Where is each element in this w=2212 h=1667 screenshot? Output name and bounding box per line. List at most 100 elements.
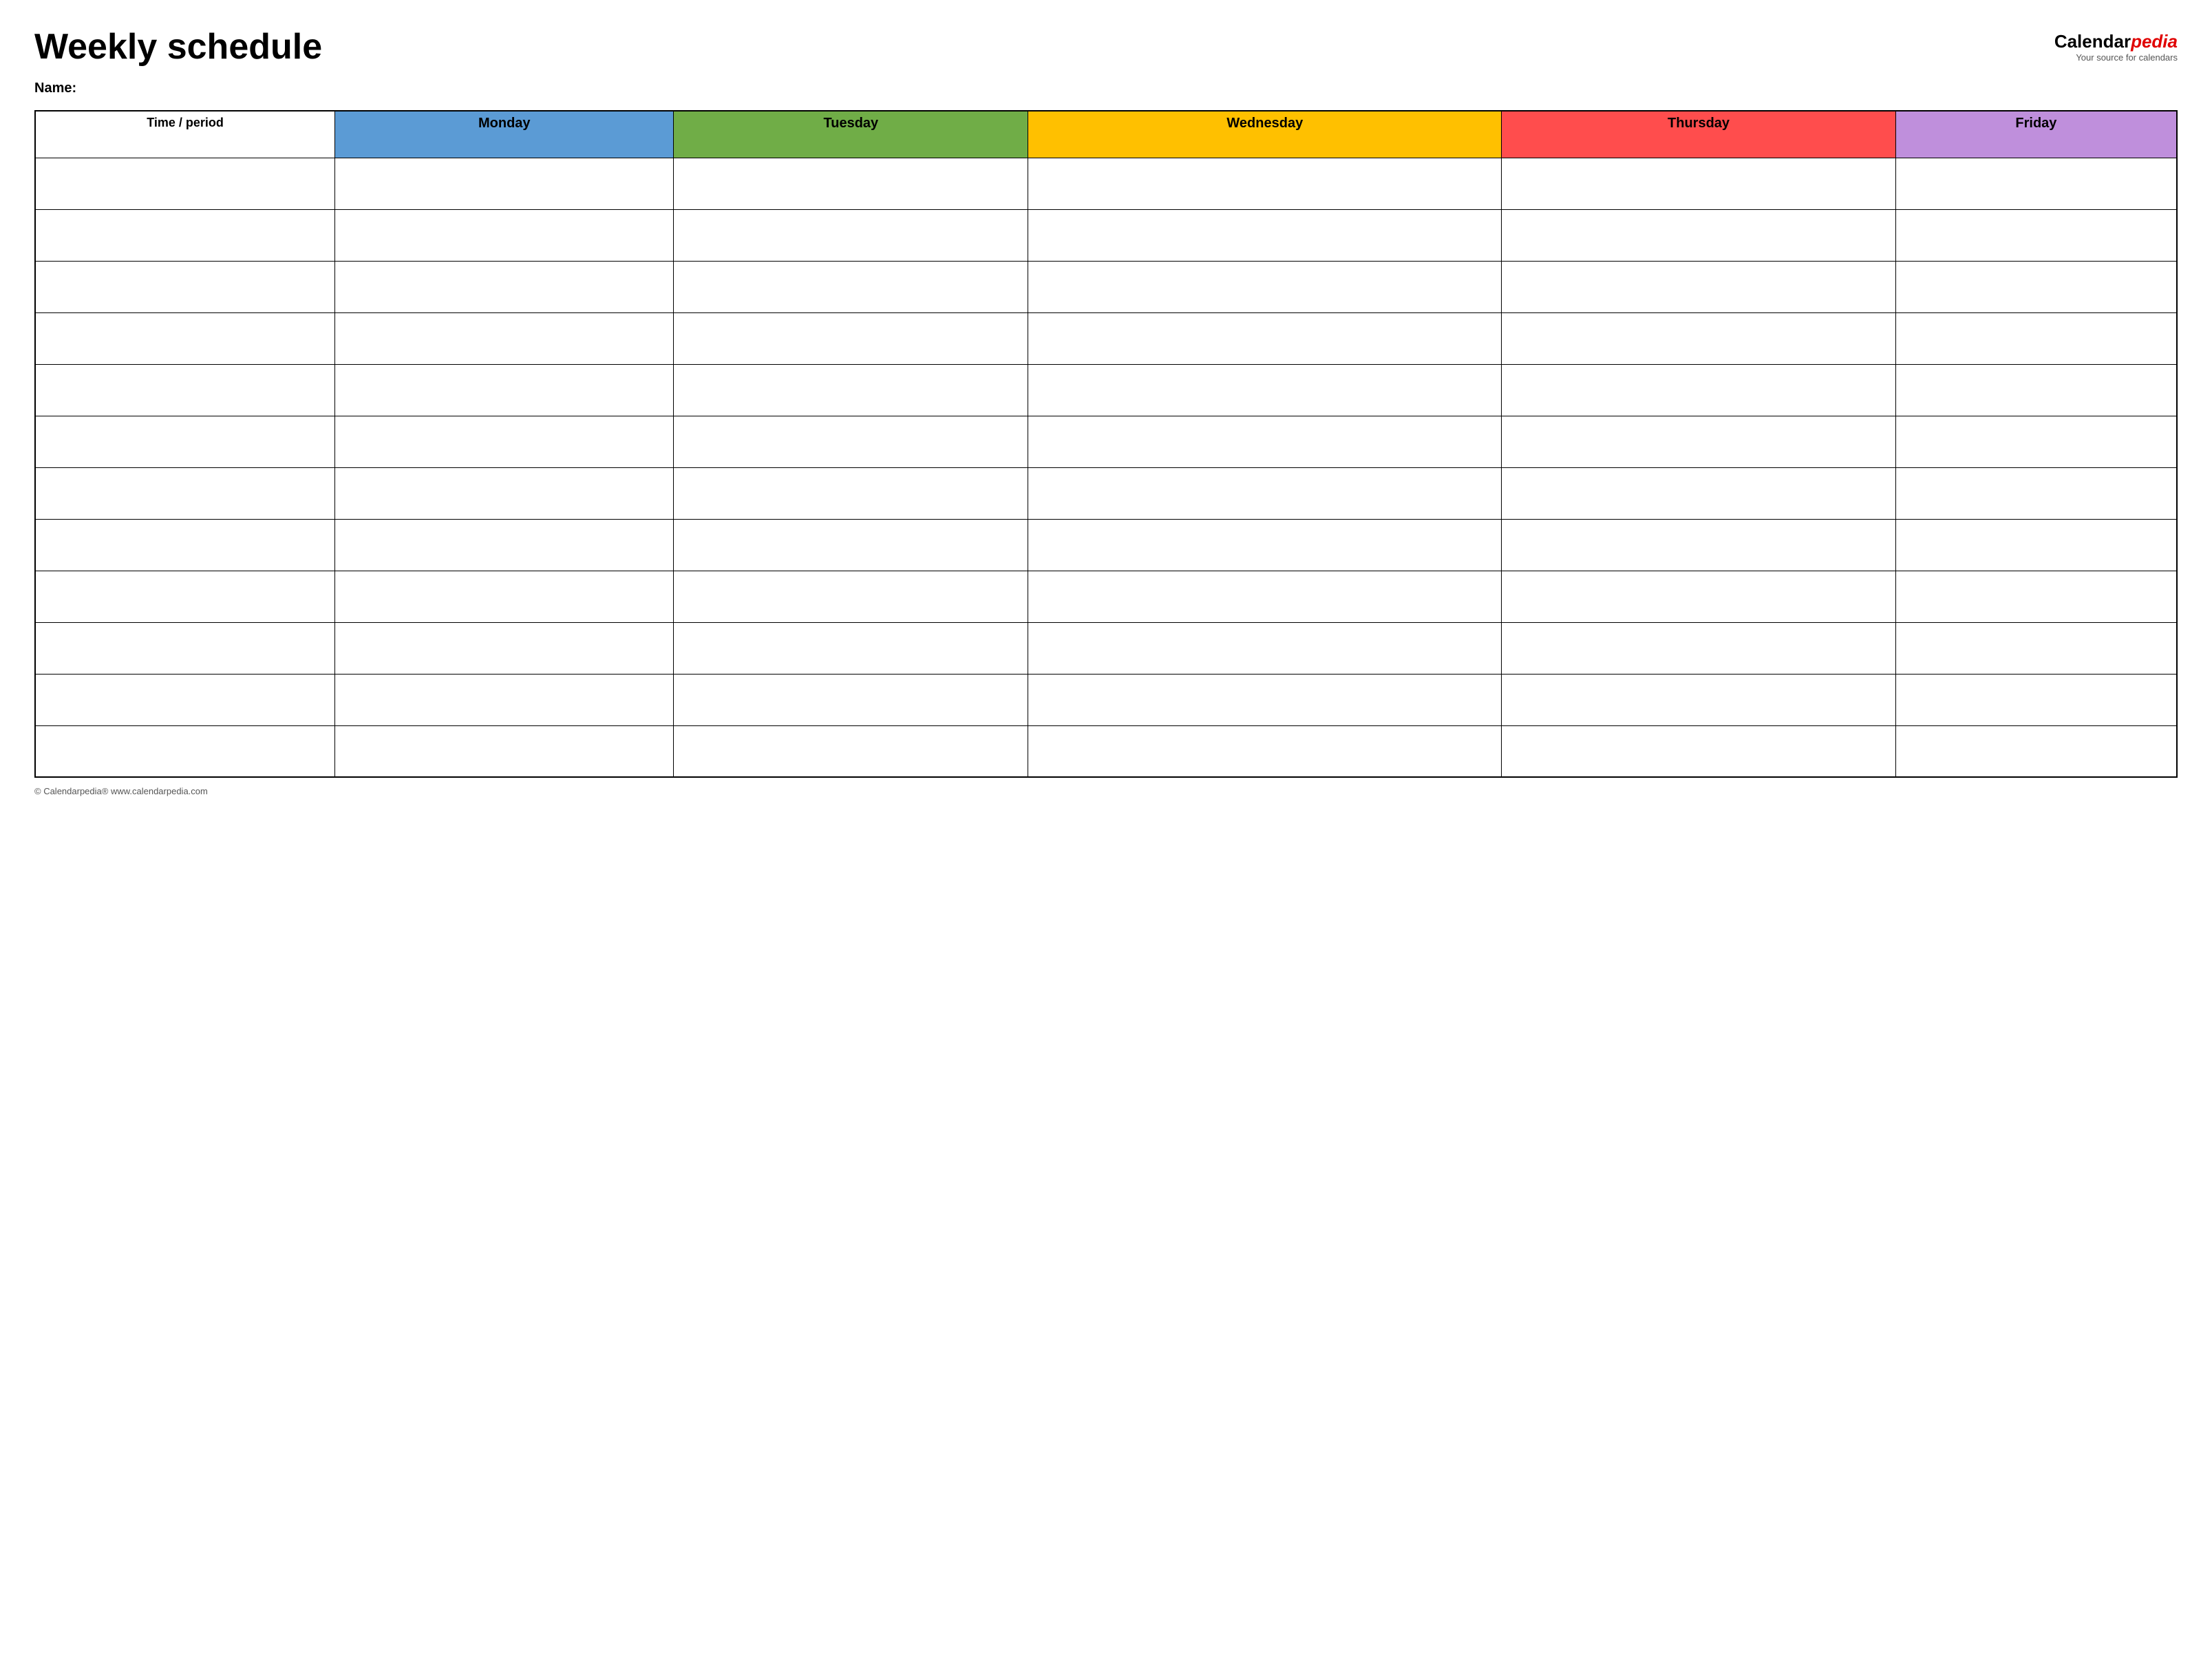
logo-text: Calendarpedia Your source for calendars [2054, 31, 2178, 63]
schedule-cell[interactable] [1502, 725, 1896, 777]
time-cell[interactable] [35, 364, 335, 416]
schedule-cell[interactable] [1502, 209, 1896, 261]
header-thursday: Thursday [1502, 111, 1896, 158]
schedule-cell[interactable] [1028, 519, 1502, 571]
schedule-cell[interactable] [1895, 519, 2177, 571]
schedule-cell[interactable] [1502, 519, 1896, 571]
header-friday: Friday [1895, 111, 2177, 158]
schedule-cell[interactable] [1895, 158, 2177, 209]
schedule-cell[interactable] [335, 674, 674, 725]
schedule-cell[interactable] [1028, 725, 1502, 777]
schedule-cell[interactable] [1028, 158, 1502, 209]
footer: © Calendarpedia® www.calendarpedia.com [34, 786, 2178, 796]
table-row [35, 571, 2177, 622]
header-monday: Monday [335, 111, 674, 158]
schedule-cell[interactable] [1895, 622, 2177, 674]
schedule-cell[interactable] [335, 571, 674, 622]
time-cell[interactable] [35, 674, 335, 725]
schedule-cell[interactable] [1502, 674, 1896, 725]
schedule-cell[interactable] [674, 674, 1028, 725]
logo: Calendarpedia Your source for calendars [2054, 31, 2178, 63]
time-cell[interactable] [35, 158, 335, 209]
schedule-cell[interactable] [1028, 622, 1502, 674]
schedule-cell[interactable] [1502, 261, 1896, 312]
schedule-cell[interactable] [1028, 416, 1502, 467]
schedule-cell[interactable] [335, 364, 674, 416]
schedule-cell[interactable] [1028, 312, 1502, 364]
schedule-table: Time / period Monday Tuesday Wednesday T… [34, 110, 2178, 778]
schedule-cell[interactable] [1895, 416, 2177, 467]
schedule-cell[interactable] [674, 416, 1028, 467]
schedule-cell[interactable] [674, 209, 1028, 261]
time-cell[interactable] [35, 725, 335, 777]
header-wednesday: Wednesday [1028, 111, 1502, 158]
schedule-cell[interactable] [335, 209, 674, 261]
schedule-cell[interactable] [1895, 312, 2177, 364]
schedule-cell[interactable] [1028, 261, 1502, 312]
schedule-cell[interactable] [335, 622, 674, 674]
table-row [35, 261, 2177, 312]
schedule-cell[interactable] [674, 725, 1028, 777]
schedule-cell[interactable] [1502, 622, 1896, 674]
schedule-cell[interactable] [1895, 674, 2177, 725]
schedule-cell[interactable] [674, 467, 1028, 519]
time-cell[interactable] [35, 416, 335, 467]
table-row [35, 364, 2177, 416]
table-row [35, 416, 2177, 467]
time-cell[interactable] [35, 312, 335, 364]
schedule-cell[interactable] [1502, 416, 1896, 467]
schedule-cell[interactable] [335, 158, 674, 209]
schedule-cell[interactable] [674, 364, 1028, 416]
schedule-cell[interactable] [1502, 364, 1896, 416]
schedule-cell[interactable] [674, 571, 1028, 622]
schedule-cell[interactable] [1895, 725, 2177, 777]
schedule-cell[interactable] [674, 158, 1028, 209]
schedule-cell[interactable] [1028, 674, 1502, 725]
table-row [35, 209, 2177, 261]
table-row [35, 725, 2177, 777]
table-row [35, 158, 2177, 209]
schedule-cell[interactable] [1895, 209, 2177, 261]
schedule-cell[interactable] [1028, 209, 1502, 261]
schedule-cell[interactable] [674, 312, 1028, 364]
schedule-cell[interactable] [1502, 312, 1896, 364]
schedule-cell[interactable] [1895, 571, 2177, 622]
schedule-cell[interactable] [1895, 364, 2177, 416]
time-cell[interactable] [35, 261, 335, 312]
table-header-row: Time / period Monday Tuesday Wednesday T… [35, 111, 2177, 158]
schedule-cell[interactable] [1028, 364, 1502, 416]
time-cell[interactable] [35, 209, 335, 261]
schedule-cell[interactable] [1028, 571, 1502, 622]
time-cell[interactable] [35, 519, 335, 571]
table-row [35, 467, 2177, 519]
schedule-cell[interactable] [335, 467, 674, 519]
schedule-cell[interactable] [1502, 158, 1896, 209]
logo-calendar-part: Calendar [2054, 31, 2131, 52]
schedule-cell[interactable] [335, 519, 674, 571]
schedule-cell[interactable] [335, 725, 674, 777]
schedule-cell[interactable] [335, 312, 674, 364]
schedule-cell[interactable] [1895, 261, 2177, 312]
schedule-cell[interactable] [1895, 467, 2177, 519]
name-label: Name: [34, 81, 2178, 96]
schedule-cell[interactable] [1502, 571, 1896, 622]
time-cell[interactable] [35, 467, 335, 519]
time-cell[interactable] [35, 622, 335, 674]
footer-text: © Calendarpedia® www.calendarpedia.com [34, 786, 208, 796]
table-row [35, 312, 2177, 364]
schedule-cell[interactable] [1028, 467, 1502, 519]
page-title: Weekly schedule [34, 28, 322, 67]
schedule-cell[interactable] [674, 519, 1028, 571]
logo-pedia-part: pedia [2131, 31, 2178, 52]
schedule-cell[interactable] [674, 261, 1028, 312]
schedule-cell[interactable] [1502, 467, 1896, 519]
schedule-cell[interactable] [335, 261, 674, 312]
table-row [35, 519, 2177, 571]
header-time: Time / period [35, 111, 335, 158]
schedule-cell[interactable] [335, 416, 674, 467]
time-cell[interactable] [35, 571, 335, 622]
schedule-cell[interactable] [674, 622, 1028, 674]
header-tuesday: Tuesday [674, 111, 1028, 158]
logo-tagline: Your source for calendars [2054, 52, 2178, 63]
schedule-body [35, 158, 2177, 777]
